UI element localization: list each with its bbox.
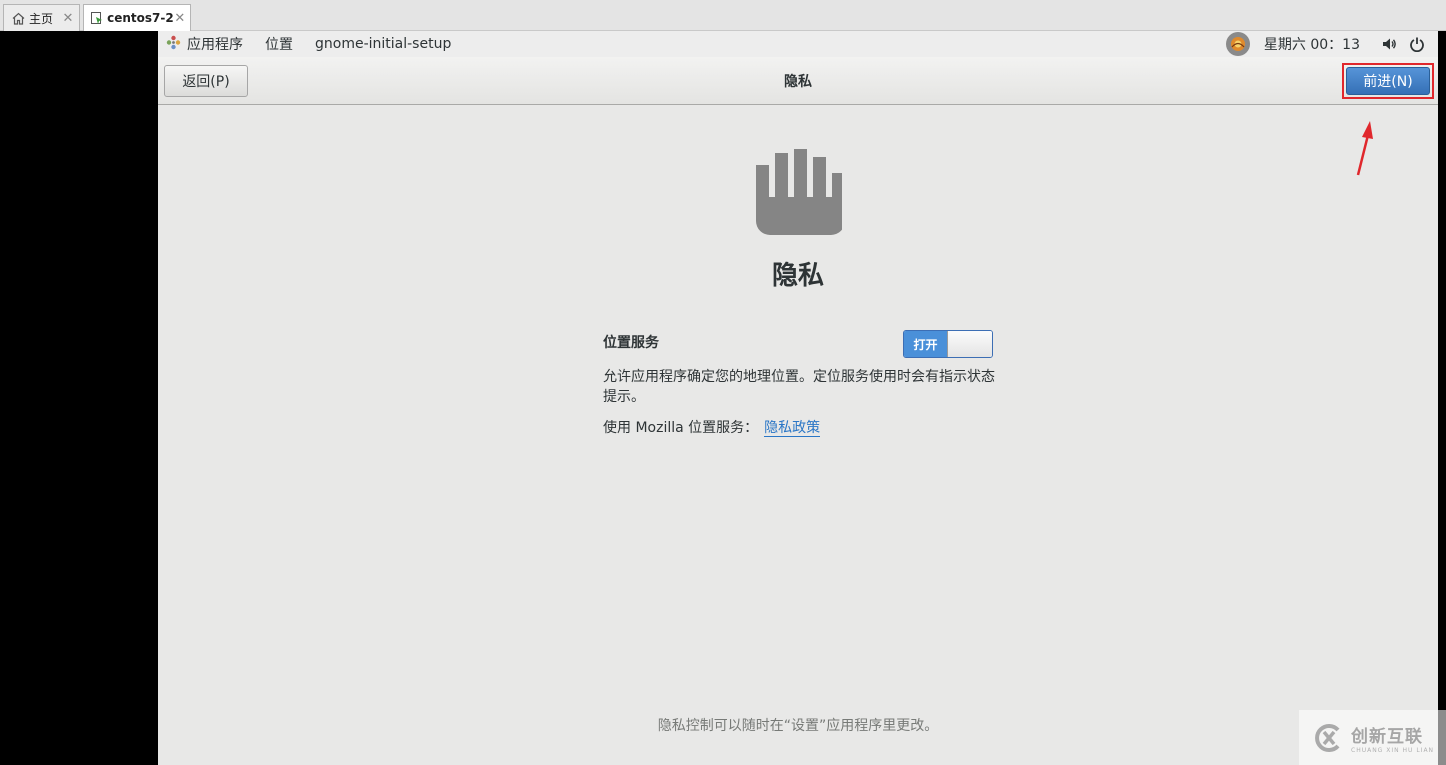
close-icon[interactable]: ✕: [61, 11, 75, 26]
mozilla-services-line: 使用 Mozilla 位置服务： 隐私政策: [603, 417, 821, 437]
watermark: 创新互联 CHUANG XIN HU LIAN: [1299, 710, 1446, 765]
page-heading: 隐私: [771, 261, 824, 291]
header-title: 隐私: [784, 73, 812, 90]
user-avatar-icon[interactable]: [1225, 32, 1250, 56]
places-menu[interactable]: 位置: [254, 31, 304, 57]
red-arrow-annotation: [1356, 121, 1373, 176]
app-menu[interactable]: gnome-initial-setup: [304, 31, 462, 57]
vm-tab-bar: 主页 ✕ centos7-2 ✕: [0, 0, 1446, 31]
watermark-cn: 创新互联: [1351, 726, 1423, 747]
guest-screen: 应用程序 位置 gnome-initial-setup 星期六 00：13 返回…: [158, 31, 1438, 765]
gnome-top-bar: 应用程序 位置 gnome-initial-setup 星期六 00：13: [158, 31, 1438, 57]
watermark-en: CHUANG XIN HU LIAN: [1351, 746, 1435, 754]
mozilla-services-text: 使用 Mozilla 位置服务：: [603, 420, 759, 436]
applications-menu[interactable]: 应用程序: [158, 31, 254, 57]
vm-tab-centos-label: centos7-2: [107, 11, 174, 25]
vm-tab-home-label: 主页: [29, 11, 54, 26]
applications-icon: [166, 35, 181, 54]
location-services-label: 位置服务: [603, 335, 659, 351]
header-bar: 返回(P) 隐私 前进(N): [158, 57, 1438, 105]
applications-menu-label: 应用程序: [187, 37, 243, 53]
vm-tab-home[interactable]: 主页 ✕: [3, 4, 80, 31]
privacy-policy-link[interactable]: 隐私政策: [764, 420, 821, 437]
vm-tab-centos[interactable]: centos7-2 ✕: [83, 4, 191, 31]
app-menu-label: gnome-initial-setup: [315, 36, 452, 52]
clock[interactable]: 星期六 00：13: [1264, 34, 1360, 54]
home-icon: [10, 10, 26, 26]
back-button[interactable]: 返回(P): [164, 65, 248, 97]
footer-note: 隐私控制可以随时在“设置”应用程序里更改。: [657, 718, 939, 734]
power-icon[interactable]: [1406, 33, 1428, 55]
places-menu-label: 位置: [265, 37, 293, 53]
vm-icon: [90, 10, 104, 26]
status-area: 星期六 00：13: [1225, 31, 1438, 57]
location-services-toggle[interactable]: 打开: [903, 330, 993, 358]
location-services-description: 允许应用程序确定您的地理位置。定位服务使用时会有指示状态提示。: [603, 369, 995, 405]
toggle-on-label: 打开: [904, 331, 947, 357]
next-button[interactable]: 前进(N): [1346, 67, 1430, 95]
volume-icon[interactable]: [1378, 33, 1400, 55]
close-icon[interactable]: ✕: [174, 11, 186, 26]
watermark-logo-icon: [1315, 723, 1340, 752]
privacy-hand-icon: [756, 149, 842, 235]
toggle-knob: [947, 331, 992, 357]
